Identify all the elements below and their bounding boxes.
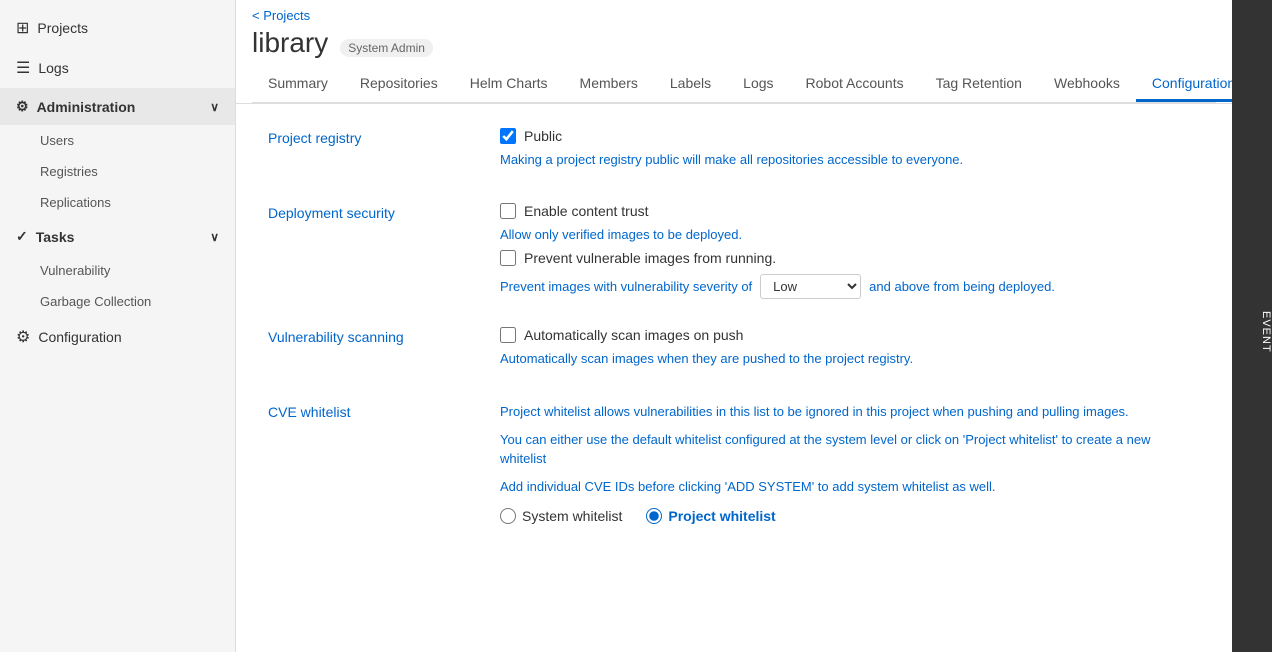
configuration-label: Configuration	[38, 329, 121, 345]
sidebar-section-administration[interactable]: ⚙ Administration ∨	[0, 88, 235, 125]
severity-row: Prevent images with vulnerability severi…	[500, 274, 1200, 299]
project-whitelist-radio[interactable]	[646, 508, 662, 524]
content-trust-checkbox[interactable]	[500, 203, 516, 219]
tab-logs[interactable]: Logs	[727, 67, 789, 102]
header: < Projects library System Admin Summary …	[236, 0, 1232, 104]
registries-label: Registries	[40, 164, 98, 179]
sidebar-item-vulnerability[interactable]: Vulnerability	[0, 255, 235, 286]
logs-icon: ☰	[16, 58, 30, 78]
system-whitelist-radio[interactable]	[500, 508, 516, 524]
auto-scan-hint: Automatically scan images when they are …	[500, 351, 1200, 366]
tab-robot-accounts[interactable]: Robot Accounts	[790, 67, 920, 102]
side-panel: EVENT	[1232, 0, 1272, 652]
replications-label: Replications	[40, 195, 111, 210]
projects-icon: ⊞	[16, 18, 29, 38]
whitelist-radio-row: System whitelist Project whitelist	[500, 508, 1200, 524]
side-panel-label: EVENT	[1260, 311, 1272, 353]
tasks-chevron: ∨	[210, 230, 219, 244]
administration-label: Administration	[37, 99, 136, 115]
cve-desc2: You can either use the default whitelist…	[500, 430, 1200, 469]
sidebar-item-garbage-collection[interactable]: Garbage Collection	[0, 286, 235, 317]
sidebar-item-replications[interactable]: Replications	[0, 187, 235, 218]
tab-webhooks[interactable]: Webhooks	[1038, 67, 1136, 102]
vulnerability-label: Vulnerability	[40, 263, 110, 278]
auto-scan-checkbox[interactable]	[500, 327, 516, 343]
administration-chevron: ∨	[210, 100, 219, 114]
deployment-security-label: Deployment security	[268, 203, 468, 299]
tab-repositories[interactable]: Repositories	[344, 67, 454, 102]
content-area: Project registry Public Making a project…	[236, 104, 1232, 652]
tab-configuration[interactable]: Configuration	[1136, 67, 1232, 102]
sidebar-item-registries[interactable]: Registries	[0, 156, 235, 187]
sidebar-item-label: Projects	[37, 20, 88, 36]
content-trust-label: Enable content trust	[524, 203, 649, 219]
content-trust-row: Enable content trust	[500, 203, 1200, 219]
content-trust-hint: Allow only verified images to be deploye…	[500, 227, 1200, 242]
tab-tag-retention[interactable]: Tag Retention	[920, 67, 1038, 102]
deployment-security-row: Deployment security Enable content trust…	[268, 203, 1200, 299]
cve-whitelist-row: CVE whitelist Project whitelist allows v…	[268, 402, 1200, 524]
cve-desc1: Project whitelist allows vulnerabilities…	[500, 402, 1200, 422]
tasks-icon: ✓	[16, 228, 28, 245]
cve-whitelist-value: Project whitelist allows vulnerabilities…	[500, 402, 1200, 524]
prevent-vulnerable-row: Prevent vulnerable images from running.	[500, 250, 1200, 266]
sidebar-section-tasks[interactable]: ✓ Tasks ∨	[0, 218, 235, 255]
administration-icon: ⚙	[16, 98, 29, 115]
project-whitelist-label: Project whitelist	[668, 508, 775, 524]
prevent-vulnerable-label: Prevent vulnerable images from running.	[524, 250, 776, 266]
system-whitelist-option: System whitelist	[500, 508, 622, 524]
sidebar-item-label: Logs	[38, 60, 68, 76]
project-registry-value: Public Making a project registry public …	[500, 128, 1200, 175]
tasks-label: Tasks	[36, 229, 75, 245]
vulnerability-scanning-label: Vulnerability scanning	[268, 327, 468, 374]
project-registry-label: Project registry	[268, 128, 468, 175]
auto-scan-label: Automatically scan images on push	[524, 327, 743, 343]
severity-suffix: and above from being deployed.	[869, 279, 1055, 294]
deployment-security-value: Enable content trust Allow only verified…	[500, 203, 1200, 299]
sidebar-item-configuration[interactable]: ⚙ Configuration	[0, 317, 235, 357]
auto-scan-row: Automatically scan images on push	[500, 327, 1200, 343]
vulnerability-scanning-row: Vulnerability scanning Automatically sca…	[268, 327, 1200, 374]
page-title-row: library System Admin	[252, 27, 1216, 59]
sidebar-item-users[interactable]: Users	[0, 125, 235, 156]
system-admin-badge: System Admin	[340, 39, 433, 57]
tab-summary[interactable]: Summary	[252, 67, 344, 102]
configuration-icon: ⚙	[16, 327, 30, 347]
project-registry-row: Project registry Public Making a project…	[268, 128, 1200, 175]
sidebar-item-projects[interactable]: ⊞ Projects	[0, 8, 235, 48]
project-registry-hint: Making a project registry public will ma…	[500, 152, 1200, 167]
tab-members[interactable]: Members	[564, 67, 654, 102]
breadcrumb[interactable]: < Projects	[252, 8, 1216, 23]
project-whitelist-option: Project whitelist	[646, 508, 775, 524]
garbage-collection-label: Garbage Collection	[40, 294, 151, 309]
page-title: library	[252, 27, 328, 59]
cve-desc3: Add individual CVE IDs before clicking '…	[500, 477, 1200, 497]
severity-select[interactable]: Low Medium High Critical	[760, 274, 861, 299]
system-whitelist-label: System whitelist	[522, 508, 622, 524]
users-label: Users	[40, 133, 74, 148]
tabs: Summary Repositories Helm Charts Members…	[252, 67, 1216, 103]
main-panel: < Projects library System Admin Summary …	[236, 0, 1232, 652]
tab-labels[interactable]: Labels	[654, 67, 727, 102]
tab-helm-charts[interactable]: Helm Charts	[454, 67, 564, 102]
severity-prefix: Prevent images with vulnerability severi…	[500, 279, 752, 294]
sidebar: ⊞ Projects ☰ Logs ⚙ Administration ∨ Use…	[0, 0, 236, 652]
public-checkbox[interactable]	[500, 128, 516, 144]
public-checkbox-row: Public	[500, 128, 1200, 144]
public-label: Public	[524, 128, 562, 144]
vulnerability-scanning-value: Automatically scan images on push Automa…	[500, 327, 1200, 374]
cve-whitelist-label: CVE whitelist	[268, 402, 468, 524]
prevent-vulnerable-checkbox[interactable]	[500, 250, 516, 266]
sidebar-item-logs[interactable]: ☰ Logs	[0, 48, 235, 88]
